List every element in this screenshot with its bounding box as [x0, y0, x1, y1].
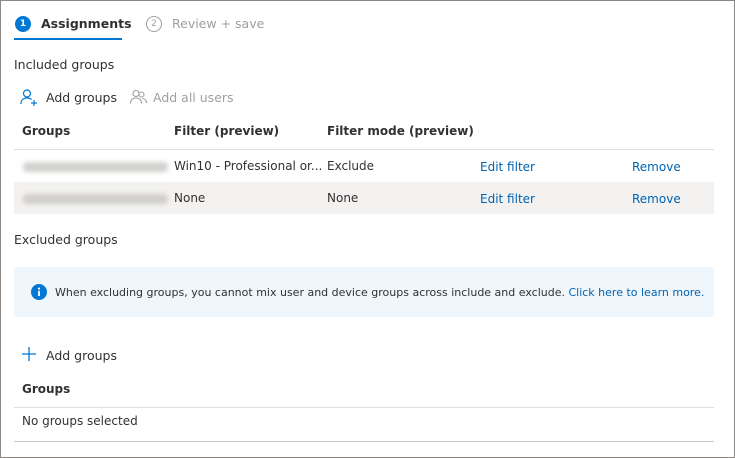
- step-2-number[interactable]: 2: [146, 16, 162, 32]
- info-message: When excluding groups, you cannot mix us…: [55, 286, 704, 299]
- info-message-text: When excluding groups, you cannot mix us…: [55, 286, 565, 299]
- learn-more-link[interactable]: Click here to learn more.: [568, 286, 704, 299]
- add-groups-label: Add groups: [46, 90, 117, 105]
- edit-filter-link[interactable]: Edit filter: [480, 160, 535, 174]
- included-groups-title: Included groups: [14, 57, 115, 72]
- remove-link[interactable]: Remove: [632, 160, 681, 174]
- info-message-bar: When excluding groups, you cannot mix us…: [14, 267, 714, 317]
- excluded-table-divider: [14, 407, 714, 408]
- info-icon: [31, 284, 47, 300]
- row-filter-mode: Exclude: [327, 159, 375, 173]
- group-name-redacted: [23, 194, 168, 204]
- edit-filter-link[interactable]: Edit filter: [480, 192, 535, 206]
- active-step-indicator: [14, 38, 122, 40]
- add-all-users-button[interactable]: Add all users: [129, 88, 234, 108]
- row-filter: Win10 - Professional or...: [174, 159, 323, 173]
- step-1-number[interactable]: 1: [15, 16, 31, 32]
- group-name-redacted: [23, 162, 168, 172]
- plus-icon: [22, 347, 36, 361]
- add-groups-button[interactable]: Add groups: [19, 88, 117, 108]
- users-icon: [129, 89, 148, 104]
- column-header-filter-mode: Filter mode (preview): [327, 124, 474, 138]
- add-groups-label: Add groups: [46, 348, 117, 363]
- add-user-icon: [20, 89, 37, 106]
- assignments-panel: 1 Assignments 2 Review + save Included g…: [0, 0, 735, 458]
- column-header-filter: Filter (preview): [174, 124, 280, 138]
- table-row: None None Edit filter Remove: [14, 182, 714, 214]
- table-row: Win10 - Professional or... Exclude Edit …: [14, 150, 714, 182]
- remove-link[interactable]: Remove: [632, 192, 681, 206]
- empty-state-text: No groups selected: [22, 414, 138, 428]
- excluded-column-header-groups: Groups: [22, 382, 71, 396]
- add-excluded-groups-button[interactable]: Add groups: [21, 345, 117, 365]
- row-filter: None: [174, 191, 206, 205]
- column-header-groups: Groups: [22, 124, 71, 138]
- row-filter-mode: None: [327, 191, 359, 205]
- excluded-groups-title: Excluded groups: [14, 232, 118, 247]
- add-all-users-label: Add all users: [153, 90, 234, 105]
- excluded-table-bottom-divider: [14, 441, 714, 442]
- tab-assignments[interactable]: Assignments: [41, 16, 132, 31]
- tab-review-save[interactable]: Review + save: [172, 16, 264, 31]
